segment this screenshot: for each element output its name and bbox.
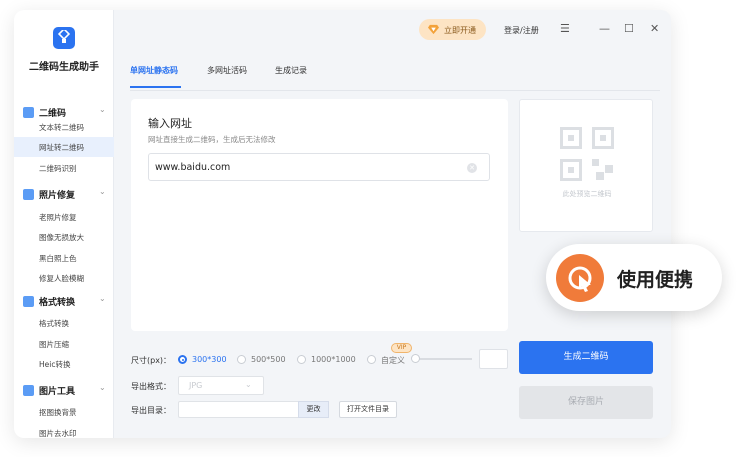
- sidebar-group-label: 照片修复: [39, 191, 76, 201]
- sidebar-item-text-to-qrcode[interactable]: 文本转二维码: [14, 117, 114, 137]
- login-register-link[interactable]: 登录/注册: [504, 25, 539, 36]
- app-name: 二维码生成助手: [29, 62, 99, 73]
- promo-badge: 使用便携: [546, 244, 722, 311]
- export-dir-label: 导出目录：: [131, 406, 171, 415]
- custom-size-input[interactable]: [479, 349, 508, 369]
- format-select-value: JPG: [189, 381, 203, 390]
- sidebar-item-old-photo-repair[interactable]: 老照片修复: [14, 207, 114, 227]
- promo-text: 使用便携: [617, 269, 694, 291]
- card-title: 输入网址: [148, 117, 192, 130]
- sidebar-item-qrcode-recognition[interactable]: 二维码识别: [14, 158, 114, 178]
- size-radio-custom[interactable]: [367, 355, 376, 364]
- url-input-card: 输入网址 网址直接生成二维码，生成后无法修改 www.baidu.com ✕: [131, 99, 508, 331]
- size-option-label: 1000*1000: [311, 355, 356, 364]
- sidebar-item-cutout-background[interactable]: 抠图换背景: [14, 402, 114, 422]
- size-option-label: 300*300: [192, 355, 227, 364]
- main-panel: 立即开通 登录/注册 ☰ — ☐ ✕ 单网址静态码 多网址活码 生成记录 输入网…: [114, 10, 671, 438]
- sidebar-item-heic-convert[interactable]: Heic转换: [14, 354, 114, 374]
- generate-qrcode-button[interactable]: 生成二维码: [519, 341, 653, 374]
- cursor-icon: [556, 254, 604, 302]
- qrcode-preview: 此处预览二维码: [519, 99, 653, 232]
- tab-bar: 单网址静态码 多网址活码 生成记录: [130, 65, 660, 91]
- sidebar-item-remove-watermark[interactable]: 图片去水印: [14, 423, 114, 438]
- app-logo-icon: [53, 27, 75, 49]
- url-input-value: www.baidu.com: [155, 162, 231, 173]
- chevron-down-icon: ⌄: [99, 105, 106, 114]
- app-window: 二维码生成助手 二维码 ⌄ 文本转二维码 网址转二维码 二维码识别 照片修复 ⌄…: [14, 10, 671, 438]
- url-input[interactable]: www.baidu.com ✕: [148, 153, 490, 181]
- tab-multi-url-dynamic[interactable]: 多网址活码: [207, 65, 247, 76]
- diamond-icon: [428, 24, 439, 35]
- qrcode-placeholder-icon: [560, 127, 614, 181]
- card-hint: 网址直接生成二维码，生成后无法修改: [148, 135, 276, 144]
- save-image-button[interactable]: 保存图片: [519, 386, 653, 419]
- preview-placeholder-text: 此处预览二维码: [562, 190, 612, 198]
- sidebar-group-label: 图片工具: [39, 387, 76, 397]
- image-tools-icon: [23, 385, 34, 396]
- vip-open-label: 立即开通: [444, 26, 476, 35]
- size-label: 尺寸(px)：: [131, 356, 172, 365]
- export-dir-field[interactable]: [178, 401, 299, 418]
- sidebar-item-face-deblur[interactable]: 修复人脸模糊: [14, 268, 114, 288]
- size-radio-300[interactable]: [178, 355, 187, 364]
- vip-open-button[interactable]: 立即开通: [419, 19, 486, 40]
- chevron-down-icon: ⌄: [245, 380, 252, 389]
- title-bar: 立即开通 登录/注册 ☰ — ☐ ✕: [114, 10, 671, 48]
- chevron-down-icon: ⌄: [99, 383, 106, 392]
- custom-size-slider[interactable]: [412, 358, 472, 360]
- minimize-button[interactable]: —: [599, 22, 610, 35]
- sidebar-item-format-convert[interactable]: 格式转换: [14, 313, 114, 333]
- sidebar-group-photo-repair[interactable]: 照片修复 ⌄: [14, 186, 114, 204]
- sidebar-item-image-compress[interactable]: 图片压缩: [14, 334, 114, 354]
- sidebar-item-colorize[interactable]: 黑白照上色: [14, 248, 114, 268]
- menu-icon[interactable]: ☰: [560, 22, 570, 35]
- sidebar-item-url-to-qrcode[interactable]: 网址转二维码: [14, 137, 114, 157]
- close-button[interactable]: ✕: [650, 22, 659, 35]
- size-radio-500[interactable]: [237, 355, 246, 364]
- tab-single-url-static[interactable]: 单网址静态码: [130, 65, 178, 76]
- sidebar-item-lossless-upscale[interactable]: 图像无损放大: [14, 227, 114, 247]
- format-label: 导出格式：: [131, 382, 171, 391]
- sidebar-group-label: 格式转换: [39, 298, 76, 308]
- size-option-label: 自定义: [381, 356, 405, 365]
- sidebar: 二维码生成助手 二维码 ⌄ 文本转二维码 网址转二维码 二维码识别 照片修复 ⌄…: [14, 10, 114, 438]
- sidebar-group-image-tools[interactable]: 图片工具 ⌄: [14, 382, 114, 400]
- clear-icon[interactable]: ✕: [467, 163, 477, 173]
- size-radio-1000[interactable]: [297, 355, 306, 364]
- change-dir-button[interactable]: 更改: [298, 401, 329, 418]
- open-dir-button[interactable]: 打开文件目录: [339, 401, 397, 418]
- size-option-label: 500*500: [251, 355, 286, 364]
- sidebar-group-format-convert[interactable]: 格式转换 ⌄: [14, 293, 114, 311]
- photo-repair-icon: [23, 189, 34, 200]
- vip-badge: VIP: [391, 343, 412, 353]
- chevron-down-icon: ⌄: [99, 294, 106, 303]
- tab-history[interactable]: 生成记录: [275, 65, 307, 76]
- active-tab-indicator: [130, 86, 181, 88]
- chevron-down-icon: ⌄: [99, 187, 106, 196]
- slider-handle[interactable]: [411, 354, 420, 363]
- maximize-button[interactable]: ☐: [624, 22, 634, 35]
- format-convert-icon: [23, 296, 34, 307]
- format-select[interactable]: JPG ⌄: [178, 376, 264, 395]
